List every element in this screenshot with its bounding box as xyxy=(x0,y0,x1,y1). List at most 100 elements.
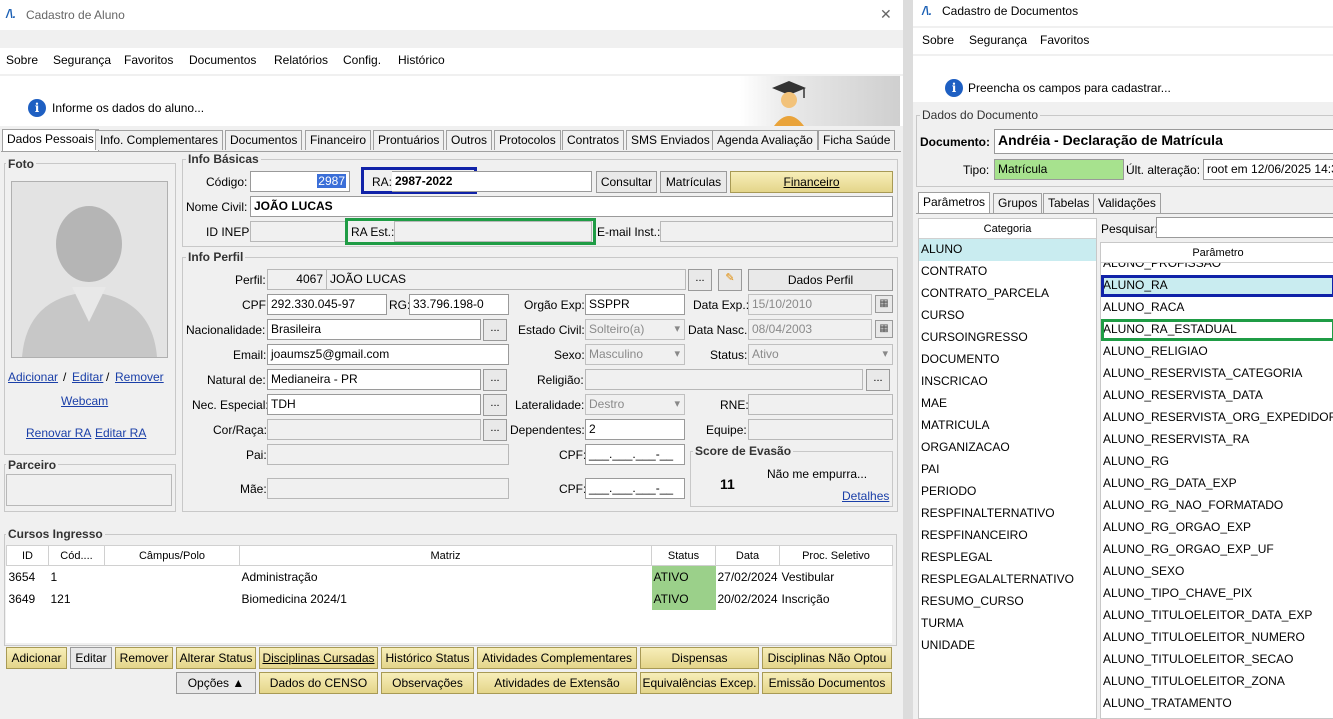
parametro-header[interactable]: Parâmetro xyxy=(1101,243,1333,263)
list-item[interactable]: ALUNO_RACA xyxy=(1101,297,1333,319)
list-item[interactable]: CURSO xyxy=(919,305,1096,327)
close-icon[interactable]: ✕ xyxy=(880,6,892,23)
menu-sobre[interactable]: Sobre xyxy=(6,53,38,67)
list-item[interactable]: ALUNO_RESERVISTA_CATEGORIA xyxy=(1101,363,1333,385)
pesquisar-input[interactable] xyxy=(1156,217,1333,238)
list-item[interactable]: MATRICULA xyxy=(919,415,1096,437)
calendar-icon[interactable]: ▦ xyxy=(875,295,893,313)
col-campus[interactable]: Câmpus/Polo xyxy=(104,545,240,566)
nec-especial-field[interactable]: TDH xyxy=(267,394,481,415)
list-item[interactable]: RESPLEGALALTERNATIVO xyxy=(919,569,1096,591)
tab-grupos[interactable]: Grupos xyxy=(993,193,1043,213)
list-item[interactable]: ALUNO_TITULOELEITOR_DATA_EXP xyxy=(1101,605,1333,627)
ra-est-field[interactable] xyxy=(394,221,592,242)
tab-documentos[interactable]: Documentos xyxy=(225,130,303,150)
equipe-field[interactable] xyxy=(748,419,893,440)
data-nasc-field[interactable]: 08/04/2003 xyxy=(748,319,872,340)
menu-seguranca[interactable]: Segurança xyxy=(53,53,111,67)
sexo-select[interactable]: Masculino xyxy=(585,344,685,365)
tab-ficha-saude[interactable]: Ficha Saúde xyxy=(818,130,896,150)
list-item[interactable]: ALUNO_SEXO xyxy=(1101,561,1333,583)
lateralidade-select[interactable]: Destro xyxy=(585,394,685,415)
list-item[interactable]: ALUNO_RG_ORGAO_EXP_UF xyxy=(1101,539,1333,561)
codigo-field[interactable]: 2987 xyxy=(250,171,350,192)
id-inep-field[interactable] xyxy=(250,221,346,242)
perfil-ellipsis-button[interactable]: ... xyxy=(688,269,712,291)
religiao-ellipsis-button[interactable]: ... xyxy=(866,369,890,391)
webcam-link[interactable]: Webcam xyxy=(61,394,108,408)
list-item[interactable]: ALUNO_RA_ESTADUAL xyxy=(1101,319,1333,341)
status-select[interactable]: Ativo xyxy=(748,344,893,365)
tab-outros[interactable]: Outros xyxy=(446,130,493,150)
pencil-icon[interactable]: ✎ xyxy=(718,269,742,291)
col-matriz[interactable]: Matriz xyxy=(239,545,652,566)
dispensas-button[interactable]: Dispensas xyxy=(640,647,759,669)
list-item[interactable]: UNIDADE xyxy=(919,635,1096,657)
nacionalidade-field[interactable]: Brasileira xyxy=(267,319,481,340)
renovar-ra-link[interactable]: Renovar RA xyxy=(26,426,91,440)
table-row[interactable]: 3649 121 Biomedicina 2024/1 ATIVO 20/02/… xyxy=(7,587,893,610)
list-item[interactable]: ALUNO xyxy=(919,239,1096,261)
list-item[interactable]: ALUNO_RG xyxy=(1101,451,1333,473)
list-item[interactable]: RESUMO_CURSO xyxy=(919,591,1096,613)
natural-field[interactable]: Medianeira - PR xyxy=(267,369,481,390)
alterar-status-button[interactable]: Alterar Status xyxy=(176,647,256,669)
estado-civil-select[interactable]: Solteiro(a) xyxy=(585,319,685,340)
atividades-extensao-button[interactable]: Atividades de Extensão xyxy=(477,672,637,694)
menu-config[interactable]: Config. xyxy=(343,53,381,67)
table-row[interactable]: 3654 1 Administração ATIVO 27/02/2024 Ve… xyxy=(7,565,893,588)
parceiro-field[interactable] xyxy=(6,474,172,506)
orgao-exp-field[interactable]: SSPPR xyxy=(585,294,685,315)
list-item[interactable]: ALUNO_RG_NAO_FORMATADO xyxy=(1101,495,1333,517)
list-item[interactable]: PERIODO xyxy=(919,481,1096,503)
menu-seguranca[interactable]: Segurança xyxy=(969,33,1027,47)
list-item[interactable]: ORGANIZACAO xyxy=(919,437,1096,459)
rne-field[interactable] xyxy=(748,394,893,415)
list-item[interactable]: ALUNO_TITULOELEITOR_ZONA xyxy=(1101,671,1333,693)
rg-field[interactable]: 33.796.198-0 xyxy=(409,294,509,315)
list-item[interactable]: ALUNO_RG_ORGAO_EXP xyxy=(1101,517,1333,539)
menu-favoritos[interactable]: Favoritos xyxy=(124,53,173,67)
foto-adicionar-link[interactable]: Adicionar xyxy=(8,370,58,384)
menu-sobre[interactable]: Sobre xyxy=(922,33,954,47)
tipo-field[interactable]: Matrícula xyxy=(994,159,1124,180)
list-item[interactable]: ALUNO_RELIGIAO xyxy=(1101,341,1333,363)
mae-cpf-field[interactable]: ___.___.___-__ xyxy=(585,478,685,499)
foto-remover-link[interactable]: Remover xyxy=(115,370,164,384)
opcoes-button[interactable]: Opções ▲ xyxy=(176,672,256,694)
matriculas-button[interactable]: Matrículas xyxy=(660,171,727,193)
list-item[interactable]: ALUNO_RA xyxy=(1101,275,1333,297)
nec-especial-ellipsis-button[interactable]: ... xyxy=(483,394,507,416)
col-data[interactable]: Data xyxy=(715,545,780,566)
tab-info-complementares[interactable]: Info. Complementares xyxy=(95,130,224,150)
dependentes-field[interactable]: 2 xyxy=(585,419,685,440)
list-item[interactable]: RESPFINALTERNATIVO xyxy=(919,503,1096,525)
list-item[interactable]: DOCUMENTO xyxy=(919,349,1096,371)
list-item[interactable]: CONTRATO xyxy=(919,261,1096,283)
ra-field[interactable]: 2987-2022 xyxy=(392,171,592,192)
historico-status-button[interactable]: Histórico Status xyxy=(381,647,474,669)
list-item[interactable]: ALUNO_RESERVISTA_RA xyxy=(1101,429,1333,451)
list-item[interactable]: MAE xyxy=(919,393,1096,415)
categoria-header[interactable]: Categoria xyxy=(919,219,1096,239)
pai-field[interactable] xyxy=(267,444,509,465)
menu-relatorios[interactable]: Relatórios xyxy=(274,53,328,67)
tab-parametros[interactable]: Parâmetros xyxy=(918,192,991,214)
adicionar-button[interactable]: Adicionar xyxy=(6,647,67,669)
financeiro-button[interactable]: Financeiro xyxy=(730,171,893,193)
tab-protocolos[interactable]: Protocolos xyxy=(494,130,561,150)
calendar-icon[interactable]: ▦ xyxy=(875,320,893,338)
cpf-field[interactable]: 292.330.045-97 xyxy=(267,294,387,315)
list-item[interactable]: RESPLEGAL xyxy=(919,547,1096,569)
tab-agenda-avaliacao[interactable]: Agenda Avaliação xyxy=(712,130,818,150)
atividades-complementares-button[interactable]: Atividades Complementares xyxy=(477,647,637,669)
list-item[interactable]: ALUNO_RG_DATA_EXP xyxy=(1101,473,1333,495)
list-item[interactable]: ALUNO_TIPO_CHAVE_PIX xyxy=(1101,583,1333,605)
pai-cpf-field[interactable]: ___.___.___-__ xyxy=(585,444,685,465)
menu-favoritos[interactable]: Favoritos xyxy=(1040,33,1089,47)
nome-civil-field[interactable]: JOÃO LUCAS xyxy=(250,196,893,217)
list-item[interactable]: ALUNO_TITULOELEITOR_NUMERO xyxy=(1101,627,1333,649)
menu-documentos[interactable]: Documentos xyxy=(189,53,256,67)
tab-sms-enviados[interactable]: SMS Enviados xyxy=(626,130,715,150)
col-status[interactable]: Status xyxy=(651,545,716,566)
